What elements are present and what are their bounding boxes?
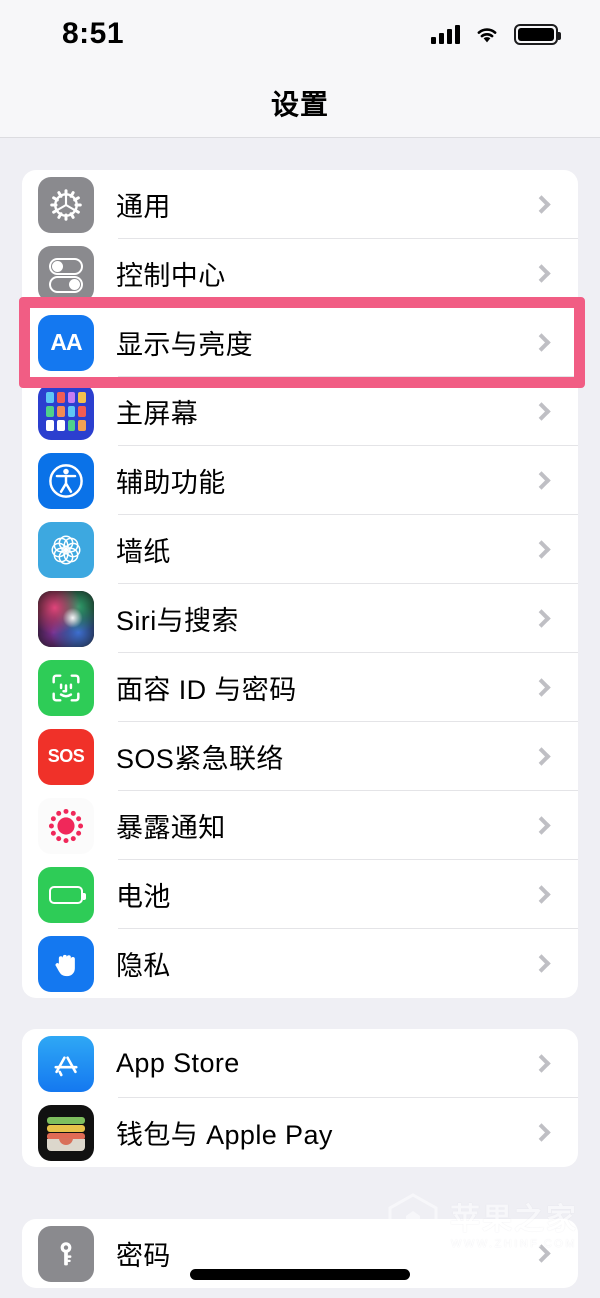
status-bar: 8:51 [0,0,600,68]
wifi-icon [477,28,497,43]
settings-row-label: 电池 [116,882,171,912]
home-screen-icon [38,383,94,440]
settings-scroll-view[interactable]: 通用控制中心 AA 显示与亮度主屏幕辅助功能墙纸 Siri与搜索面容 ID 与密码 SO… [0,139,600,1298]
cellular-bars-icon [431,24,460,44]
settings-row-label: SOS紧急联络 [116,744,284,774]
settings-row-label: 密码 [116,1241,171,1271]
emergency-sos-icon: SOS [38,728,94,785]
settings-row-label: App Store [116,1048,240,1078]
siri-icon [38,590,94,647]
control-center-icon [38,245,94,302]
group-gap [0,998,600,1029]
gear-icon [38,176,94,233]
settings-groups: 通用控制中心 AA 显示与亮度主屏幕辅助功能墙纸 Siri与搜索面容 ID 与密码 SO… [0,170,600,1288]
chevron-right-icon [532,885,551,904]
privacy-hand-icon [38,935,94,992]
house-logo-icon [388,1193,438,1251]
settings-group-system: 通用控制中心 AA 显示与亮度主屏幕辅助功能墙纸 Siri与搜索面容 ID 与密码 SO… [22,170,578,998]
app-store-icon [38,1035,94,1092]
settings-row[interactable]: 墙纸 [22,515,578,584]
iphone-settings-screen: 8:51 设置 通用控制中心 AA 显示与亮度主屏幕辅助功能墙纸 Siri与搜索面容 … [0,0,600,1298]
settings-group-store: App Store 钱包与 Apple Pay [22,1029,578,1167]
key-icon [38,1225,94,1282]
settings-row[interactable]: 辅助功能 [22,446,578,515]
chevron-right-icon [532,333,551,352]
settings-row[interactable]: 通用 [22,170,578,239]
settings-row[interactable]: SOS SOS紧急联络 [22,722,578,791]
chevron-right-icon [532,264,551,283]
battery-icon [38,866,94,923]
settings-row-label: 控制中心 [116,261,226,291]
face-id-icon [38,659,94,716]
chevron-right-icon [532,816,551,835]
chevron-right-icon [532,402,551,421]
chevron-right-icon [532,678,551,697]
settings-row-label: 通用 [116,192,171,222]
settings-row[interactable]: 控制中心 [22,239,578,308]
battery-full-icon [514,23,561,45]
watermark: 苹果之家 WWW.ZHINF.COM [386,1192,578,1252]
page-title: 设置 [270,88,329,120]
status-bar-indicators [431,23,561,45]
settings-row[interactable]: 隐私 [22,929,578,998]
settings-row-label: Siri与搜索 [116,606,239,636]
settings-row-label: 墙纸 [116,537,171,567]
settings-row-label: 主屏幕 [116,399,199,429]
settings-row[interactable]: Siri与搜索 [22,584,578,653]
navigation-bar: 设置 [0,68,600,138]
wallet-icon [38,1104,94,1161]
settings-row-label: 显示与亮度 [116,330,253,360]
settings-row[interactable]: 暴露通知 [22,791,578,860]
chevron-right-icon [532,540,551,559]
chevron-right-icon [532,471,551,490]
home-indicator [190,1269,410,1280]
settings-row[interactable]: App Store [22,1029,578,1098]
chevron-right-icon [532,195,551,214]
chevron-right-icon [532,609,551,628]
watermark-title: 苹果之家 [450,1203,578,1236]
chevron-right-icon [532,1123,551,1142]
status-bar-clock: 8:51 [62,17,125,50]
accessibility-icon [38,452,94,509]
chevron-right-icon [532,1054,551,1073]
exposure-notifications-icon [38,797,94,854]
settings-row[interactable]: 钱包与 Apple Pay [22,1098,578,1167]
display-brightness-icon: AA [38,314,94,371]
settings-row[interactable]: 主屏幕 [22,377,578,446]
settings-row[interactable]: 电池 [22,860,578,929]
chevron-right-icon [532,954,551,973]
watermark-url: WWW.ZHINF.COM [451,1238,577,1250]
chevron-right-icon [532,747,551,766]
wallpaper-icon [38,521,94,578]
settings-row-label: 钱包与 Apple Pay [116,1120,333,1150]
settings-row-label: 辅助功能 [116,468,226,498]
settings-row-label: 面容 ID 与密码 [116,675,297,705]
settings-row-label: 暴露通知 [116,813,226,843]
settings-row[interactable]: AA 显示与亮度 [22,308,578,377]
settings-row-label: 隐私 [116,951,171,981]
settings-row[interactable]: 面容 ID 与密码 [22,653,578,722]
